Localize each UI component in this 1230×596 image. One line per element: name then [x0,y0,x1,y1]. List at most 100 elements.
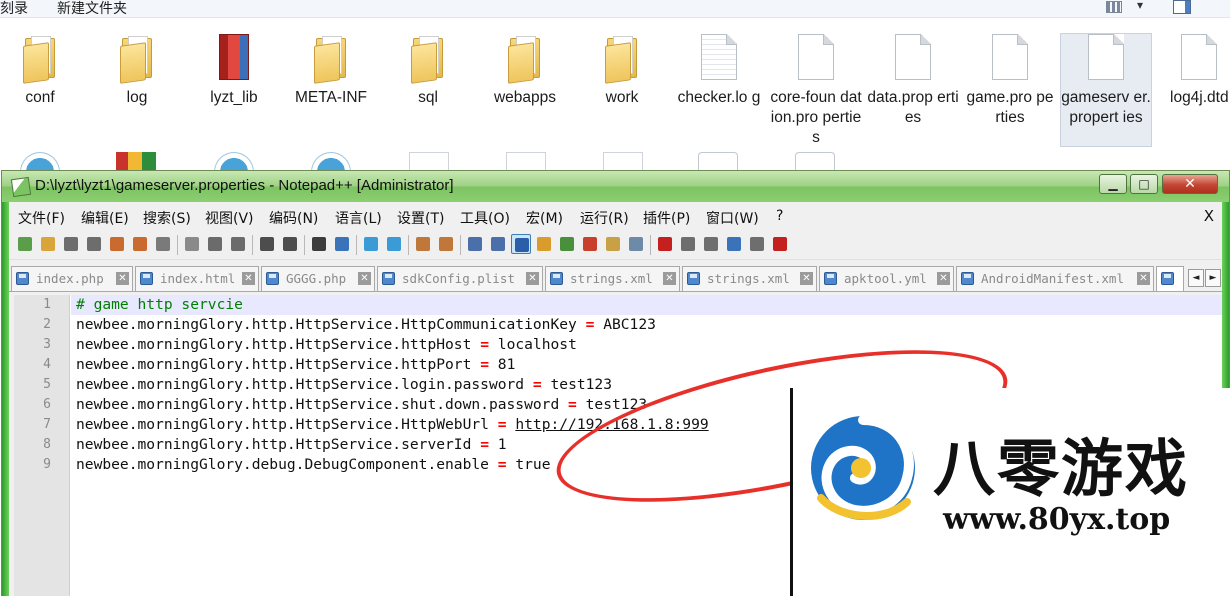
burn-button[interactable]: 刻录 [0,0,28,18]
tab-close-icon[interactable]: ✕ [800,272,813,285]
spell-check-icon[interactable] [770,234,790,254]
html-file-icon[interactable] [214,152,254,172]
view-options-icon[interactable] [1106,1,1122,13]
menu-help[interactable]: ? [776,208,783,224]
new-file-icon[interactable] [15,234,35,254]
code-line[interactable]: # game http servcie [76,296,243,313]
code-line[interactable]: newbee.morningGlory.http.HttpService.log… [76,376,612,393]
code-line[interactable]: newbee.morningGlory.http.HttpService.htt… [76,336,577,353]
file-icon[interactable] [506,152,546,172]
paste-icon[interactable] [228,234,248,254]
record-macro-icon[interactable] [655,234,675,254]
close-icon[interactable] [107,234,127,254]
file-item-data-properties[interactable]: data.prop erties [867,34,959,128]
sync-vertical-icon[interactable] [413,234,433,254]
menu-settings[interactable]: 设置(T) [397,208,444,228]
code-line[interactable]: newbee.morningGlory.http.HttpService.Htt… [76,316,656,333]
file-item-sql[interactable]: sql [382,34,474,108]
chevron-down-icon[interactable]: ▾ [1137,0,1143,12]
tab-close-icon[interactable]: ✕ [937,272,950,285]
tab-scroll-right-button[interactable]: ► [1205,269,1221,287]
save-all-icon[interactable] [84,234,104,254]
html-file-icon[interactable] [20,152,60,172]
tab-apktool-yml[interactable]: apktool.yml ✕ [819,266,954,291]
code-line[interactable]: newbee.morningGlory.debug.DebugComponent… [76,456,551,473]
cut-icon[interactable] [182,234,202,254]
run-macro-multiple-icon[interactable] [724,234,744,254]
file-item-work[interactable]: work [576,34,668,108]
menu-search[interactable]: 搜索(S) [143,208,191,228]
file-item-conf[interactable]: conf [0,34,86,108]
save-macro-icon[interactable] [747,234,767,254]
tab-close-icon[interactable]: ✕ [526,272,539,285]
tab-gggg-php[interactable]: GGGG.php ✕ [261,266,375,291]
archive-file-icon[interactable] [116,152,156,172]
file-item-core-foundation[interactable]: core-foun dation.pro perties [770,34,862,148]
folder-as-workspace-icon[interactable] [603,234,623,254]
menu-language[interactable]: 语言(L) [335,208,382,228]
undo-icon[interactable] [257,234,277,254]
tab-scroll-left-button[interactable]: ◄ [1188,269,1204,287]
html-file-icon[interactable] [311,152,351,172]
file-item-game-properties[interactable]: game.pro perties [964,34,1056,128]
file-item-webapps[interactable]: webapps [479,34,571,108]
zoom-in-icon[interactable] [361,234,381,254]
menu-tools[interactable]: 工具(O) [460,208,510,228]
play-macro-icon[interactable] [701,234,721,254]
find-icon[interactable] [309,234,329,254]
tab-close-icon[interactable]: ✕ [1137,272,1150,285]
title-bar[interactable]: D:\lyzt\lyzt1\gameserver.properties - No… [2,171,1229,202]
tab-close-icon[interactable]: ✕ [663,272,676,285]
tab-strings-xml-2[interactable]: strings.xml ✕ [682,266,817,291]
tab-strings-xml[interactable]: strings.xml ✕ [545,266,680,291]
menu-macro[interactable]: 宏(M) [526,208,563,228]
file-item-log4j-dtd[interactable]: log4j.dtd [1158,34,1230,108]
print-icon[interactable] [153,234,173,254]
file-item-log[interactable]: log [91,34,183,108]
doc-map-icon[interactable] [557,234,577,254]
preview-pane-icon[interactable] [1173,0,1191,14]
config-file-icon[interactable] [698,152,738,172]
monitoring-icon[interactable] [626,234,646,254]
file-item-lyzt-lib[interactable]: lyzt_lib [188,34,280,108]
tab-close-icon[interactable]: ✕ [358,272,371,285]
menu-encoding[interactable]: 编码(N) [269,208,318,228]
udl-icon[interactable] [534,234,554,254]
code-line[interactable]: newbee.morningGlory.http.HttpService.ser… [76,436,507,453]
word-wrap-icon[interactable] [465,234,485,254]
function-list-icon[interactable] [580,234,600,254]
sync-horizontal-icon[interactable] [436,234,456,254]
file-icon[interactable] [603,152,643,172]
indent-guide-icon[interactable] [511,234,531,254]
file-item-checker-log[interactable]: checker.lo g [673,34,765,108]
stop-record-icon[interactable] [678,234,698,254]
close-all-icon[interactable] [130,234,150,254]
tab-sdkconfig-plist[interactable]: sdkConfig.plist ✕ [377,266,543,291]
close-button[interactable]: ✕ [1162,174,1218,194]
new-folder-button[interactable]: 新建文件夹 [57,0,127,18]
menu-run[interactable]: 运行(R) [580,208,629,228]
tab-index-php[interactable]: index.php ✕ [11,266,133,291]
tab-active-gameserver[interactable] [1156,266,1184,291]
menu-view[interactable]: 视图(V) [205,208,254,228]
code-line[interactable]: newbee.morningGlory.http.HttpService.shu… [76,396,647,413]
tab-index-html[interactable]: index.html ✕ [135,266,259,291]
config-file-icon[interactable] [795,152,835,172]
tab-androidmanifest-xml[interactable]: AndroidManifest.xml ✕ [956,266,1154,291]
open-file-icon[interactable] [38,234,58,254]
file-item-meta-inf[interactable]: META-INF [285,34,377,108]
menu-plugins[interactable]: 插件(P) [643,208,690,228]
copy-icon[interactable] [205,234,225,254]
save-icon[interactable] [61,234,81,254]
menu-window[interactable]: 窗口(W) [706,208,759,228]
zoom-out-icon[interactable] [384,234,404,254]
maximize-button[interactable]: □ [1130,174,1158,194]
menu-file[interactable]: 文件(F) [18,208,65,228]
close-document-button[interactable]: X [1204,207,1214,225]
redo-icon[interactable] [280,234,300,254]
file-item-gameserver-properties[interactable]: gameserv er.propert ies [1060,33,1152,147]
show-all-chars-icon[interactable] [488,234,508,254]
replace-icon[interactable] [332,234,352,254]
file-icon[interactable] [409,152,449,172]
tab-close-icon[interactable]: ✕ [242,272,255,285]
